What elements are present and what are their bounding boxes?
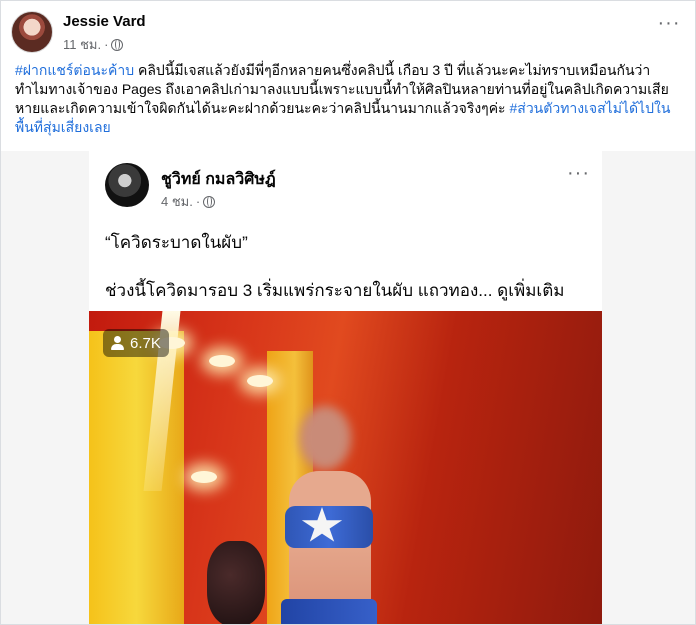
post-meta: 11 ชม. ·	[63, 34, 124, 55]
shared-post[interactable]: ชูวิทย์ กมลวิศิษฎ์ 4 ชม. · ··· “โควิดระบ…	[89, 151, 602, 624]
views-count: 6.7K	[130, 334, 161, 352]
globe-icon	[203, 195, 216, 208]
author-avatar[interactable]	[11, 11, 53, 53]
shared-body-text: ช่วงนี้โควิดมารอบ 3 เริ่มแพร่กระจายในผับ…	[105, 281, 493, 300]
dancer-head	[299, 406, 351, 470]
shared-frame-left	[1, 151, 89, 624]
shared-quote: “โควิดระบาดในผับ”	[105, 233, 248, 252]
shared-author-avatar[interactable]	[105, 163, 149, 207]
shared-body: ช่วงนี้โควิดมารอบ 3 เริ่มแพร่กระจายในผับ…	[105, 277, 595, 304]
shared-frame-right	[602, 151, 695, 624]
hashtag-link[interactable]: #ฝากแชร์ต่อนะค้าบ	[15, 62, 134, 78]
post-header: Jessie Vard 11 ชม. · ···	[11, 11, 687, 55]
globe-icon	[111, 38, 124, 51]
see-more-link[interactable]: ดูเพิ่มเติม	[497, 281, 564, 300]
more-options-icon[interactable]: ···	[567, 163, 590, 183]
shared-post-meta: 4 ชม. ·	[161, 191, 216, 212]
views-badge: 6.7K	[103, 329, 169, 357]
more-options-icon: ···	[657, 12, 681, 34]
shared-post-time[interactable]: 4 ชม.	[161, 191, 193, 212]
post-time[interactable]: 11 ชม.	[63, 34, 101, 55]
dancer-shorts	[281, 599, 377, 624]
stage-light	[191, 471, 217, 483]
video-player[interactable]: 6.7K	[89, 311, 602, 624]
shared-author-name[interactable]: ชูวิทย์ กมลวิศิษฎ์	[161, 167, 276, 192]
stage-light	[209, 355, 235, 367]
stage-light	[247, 375, 273, 387]
person-icon	[111, 336, 124, 350]
author-name[interactable]: Jessie Vard	[63, 13, 146, 30]
more-options-button[interactable]: ···	[655, 13, 683, 37]
post-text: #ฝากแชร์ต่อนะค้าบ คลิปนี้มีเจสแล้วยังมีพ…	[15, 61, 683, 137]
facebook-post: Jessie Vard 11 ชม. · ··· #ฝากแชร์ต่อนะค้…	[0, 0, 696, 625]
drum	[207, 541, 265, 624]
